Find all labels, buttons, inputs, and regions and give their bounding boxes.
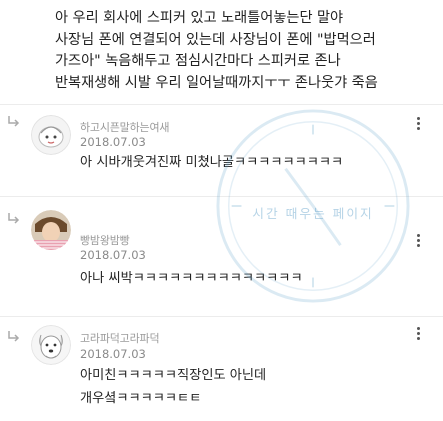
more-options-icon[interactable] [413,116,423,132]
reply-arrow-icon [8,213,20,224]
photo-avatar-icon [31,210,71,250]
post-line: 반복재생해 시발 우리 일어날때까지ㅜㅜ 존나웃갸 죽음 [55,74,378,91]
comment-nickname[interactable]: 하고시픈말하는여새 [80,119,169,135]
avatar[interactable] [31,325,71,365]
comment-date: 2018.07.03 [80,135,146,149]
comment-nickname[interactable]: 빵밤왕밤빵 [80,232,130,248]
comment-text: 아나 씨박ㅋㅋㅋㅋㅋㅋㅋㅋㅋㅋㅋㅋㅋㅋ [80,271,303,286]
divider [0,316,443,317]
dog-avatar-icon [31,325,71,365]
divider [0,196,443,197]
comment-text: 개우셬ㅋㅋㅋㅋㅋㅌㅌ [80,391,202,406]
reply-arrow-icon [8,331,20,342]
post-line: 아 우리 회사에 스피커 있고 노래틀어놓는단 말야 [55,10,344,26]
more-options-icon[interactable] [413,326,423,342]
watermark-text: 시간 때우는 페이지 [252,207,373,222]
comment-nickname[interactable]: 고라파덕고라파덕 [80,330,160,346]
avatar[interactable] [31,210,71,250]
divider [0,104,443,105]
reply-arrow-icon [8,116,20,127]
comment-date: 2018.07.03 [80,347,146,361]
comment-date: 2018.07.03 [80,248,146,262]
avatar[interactable] [31,115,71,155]
post-line: 가즈아" 녹음해두고 점심시간마다 스피커로 존나 [55,53,341,69]
more-options-icon[interactable] [413,233,423,249]
comment-text: 아미친ㅋㅋㅋㅋㅋ직장인도 아닌데 [80,368,267,383]
cartoon-face-avatar-icon [31,115,71,155]
comment-text: 아 시바개웃겨진짜 미쳤나골ㅋㅋㅋㅋㅋㅋㅋㅋㅋ [80,155,344,170]
post-body: 아 우리 회사에 스피커 있고 노래틀어놓는단 말야 사장님 폰에 연결되어 있… [55,8,435,94]
post-line: 사장님 폰에 연결되어 있는데 사장님이 폰에 "밥먹으러 [55,31,376,48]
